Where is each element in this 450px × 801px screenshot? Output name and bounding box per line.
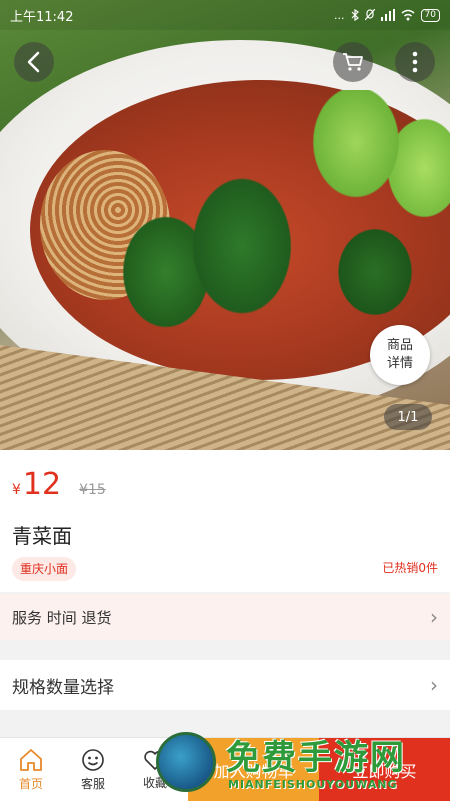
back-button[interactable] [14, 42, 54, 82]
cart-button[interactable] [333, 42, 373, 82]
original-price: ¥15 [79, 482, 106, 498]
cart-icon [343, 53, 363, 71]
buy-now-button[interactable]: 立即购买 [319, 738, 450, 801]
greens-image [90, 90, 450, 350]
spec-select-row[interactable]: 规格数量选择 › [0, 660, 450, 710]
chevron-left-icon [27, 51, 40, 73]
nav-service-label: 客服 [80, 776, 105, 791]
nav-favorite-label: 收藏 [142, 775, 167, 790]
status-time: 上午11:42 [10, 9, 74, 25]
sold-count: 已热销0件 [382, 561, 438, 575]
service-label: 服务 时间 退货 [12, 608, 112, 627]
product-name: 青菜面 [12, 524, 72, 548]
add-to-cart-button[interactable]: 加入购物车 [188, 738, 319, 801]
heart-icon [144, 750, 166, 770]
signal-dots: ... [334, 8, 345, 22]
category-tag[interactable]: 重庆小面 [12, 557, 77, 581]
chevron-right-icon: › [430, 673, 438, 697]
bluetooth-icon [351, 9, 359, 21]
price-value: 12 [22, 467, 62, 502]
mute-icon [364, 9, 375, 21]
nav-customer-service[interactable]: 客服 [62, 738, 124, 801]
nav-favorite[interactable]: 收藏 [124, 738, 186, 801]
details-label-line2: 详情 [386, 356, 413, 371]
product-info: ¥ 12 ¥15 青菜面 重庆小面 已热销0件 [0, 450, 450, 592]
product-image[interactable] [0, 0, 450, 450]
bottom-action-bar: 首页 客服 收藏 加入购物车 立即购买 [0, 737, 450, 801]
status-icons: ... 70 [334, 8, 440, 22]
more-button[interactable] [395, 42, 435, 82]
smiley-icon [82, 748, 104, 771]
service-row[interactable]: 服务 时间 退货 › [0, 594, 450, 640]
details-label-line1: 商品 [386, 338, 413, 353]
image-pager: 1/1 [384, 404, 432, 430]
nav-home-label: 首页 [18, 776, 43, 791]
price-row: ¥ 12 ¥15 [12, 468, 106, 502]
home-icon [20, 748, 42, 771]
cell-signal-icon [380, 9, 395, 21]
nav-home[interactable]: 首页 [0, 738, 62, 801]
wifi-icon [401, 9, 415, 21]
spec-label: 规格数量选择 [12, 677, 114, 698]
price-symbol: ¥ [12, 482, 21, 498]
chevron-right-icon: › [430, 605, 438, 629]
more-vertical-icon [412, 51, 418, 73]
status-bar: 上午11:42 ... 70 [0, 0, 450, 30]
product-details-button[interactable]: 商品 详情 [370, 325, 430, 385]
battery-indicator: 70 [420, 8, 440, 22]
